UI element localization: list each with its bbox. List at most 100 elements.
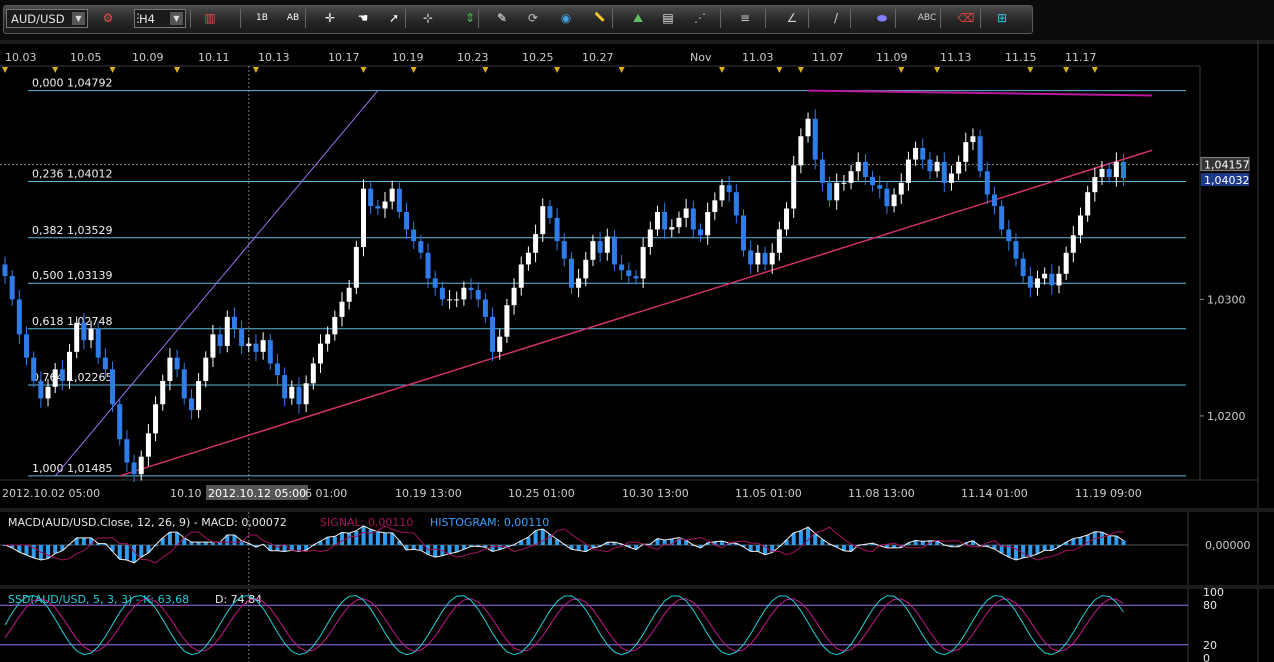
candle-body xyxy=(325,334,331,344)
candle-body xyxy=(375,206,381,209)
bottom-date-label: 11.05 01:00 xyxy=(735,487,802,500)
candle-body xyxy=(1099,168,1105,178)
event-marker-icon xyxy=(109,67,116,73)
candle-body xyxy=(145,433,151,457)
candle-body xyxy=(590,241,596,260)
candle-body xyxy=(482,299,488,317)
candle-body xyxy=(848,171,854,183)
candle-body xyxy=(726,185,732,193)
fib-level-label: 1,000 1,01485 xyxy=(32,462,112,475)
candle-body xyxy=(95,328,101,358)
macd-histogram-bar xyxy=(454,545,459,552)
top-date-label: 10.09 xyxy=(132,51,164,64)
fib-level-label: 0,382 1,03529 xyxy=(32,224,112,237)
candle-body xyxy=(454,299,460,301)
candle-body xyxy=(697,229,703,236)
candle-body xyxy=(2,264,8,277)
candle-body xyxy=(511,287,517,306)
candle-body xyxy=(411,229,417,242)
candle-body xyxy=(654,212,660,230)
candle-body xyxy=(231,316,237,329)
candle-body xyxy=(1121,161,1127,179)
macd-histogram-bar xyxy=(375,531,380,545)
candle-body xyxy=(1085,192,1091,216)
candle-body xyxy=(583,259,589,279)
candle-body xyxy=(239,328,245,346)
candle-body xyxy=(167,357,173,381)
candle-body xyxy=(791,165,797,209)
candle-body xyxy=(905,159,911,183)
event-marker-icon xyxy=(618,67,625,73)
bottom-date-label: 11.14 01:00 xyxy=(961,487,1028,500)
macd-histogram-bar xyxy=(117,545,122,559)
candle-body xyxy=(210,334,216,358)
event-marker-icon xyxy=(898,67,905,73)
top-date-label: 10.23 xyxy=(457,51,489,64)
stoch-d-line xyxy=(4,598,1124,652)
candle-body xyxy=(153,404,159,434)
event-marker-icon xyxy=(252,67,259,73)
event-marker-icon xyxy=(934,67,941,73)
candle-body xyxy=(447,299,453,301)
candle-body xyxy=(647,229,653,247)
candle-body xyxy=(439,287,445,300)
candle-body xyxy=(260,340,266,352)
candle-body xyxy=(870,177,876,186)
candle-body xyxy=(1034,278,1040,288)
top-date-label: 10.13 xyxy=(258,51,290,64)
candle-body xyxy=(1070,235,1076,253)
event-marker-icon xyxy=(1063,67,1070,73)
candle-body xyxy=(1106,168,1112,178)
candle-body xyxy=(733,192,739,216)
candle-body xyxy=(339,301,345,317)
panel-divider-1 xyxy=(0,508,1274,512)
macd-panel: 0,00000 MACD(AUD/USD.Close, 12, 26, 9) - … xyxy=(0,516,1251,564)
candle-body xyxy=(45,386,51,399)
axes: 10.03 10.05 10.09 10.11 10.13 10.17 10.19 10.23… xyxy=(2,51,1250,500)
event-marker-icon xyxy=(482,67,489,73)
price-chart[interactable]: 0,000 1,04792 0,236 1,04012 0,382 1,03529 0… xyxy=(0,0,1274,662)
bottom-date-label: 6 01:00 xyxy=(305,487,347,500)
macd-histogram-bar xyxy=(339,532,344,545)
candle-body xyxy=(841,182,847,184)
panel-divider-2 xyxy=(0,585,1274,589)
macd-histogram-bar xyxy=(433,545,438,557)
candle-body xyxy=(977,136,983,172)
candle-body xyxy=(224,316,230,346)
candle-body xyxy=(74,322,80,352)
candle-body xyxy=(597,241,603,253)
candle-body xyxy=(948,173,954,183)
macd-histogram-bar xyxy=(526,537,531,545)
candle-body xyxy=(9,276,15,300)
candle-body xyxy=(1092,177,1098,193)
macd-histogram-bar xyxy=(1107,535,1112,545)
fib-level-label: 0,500 1,03139 xyxy=(32,269,112,282)
stochastic-panel: SSD(AUD/USD, 5, 3, 3) - K: 63,68 D: 74,84… xyxy=(0,586,1224,662)
macd-histogram-bar xyxy=(1114,536,1119,545)
candle-body xyxy=(633,276,639,279)
top-date-label: 11.09 xyxy=(876,51,908,64)
macd-histogram-bar xyxy=(576,545,581,551)
candle-body xyxy=(827,182,833,201)
macd-histogram-bar xyxy=(347,533,352,545)
grid xyxy=(0,40,1274,662)
top-date-label: 11.03 xyxy=(742,51,774,64)
top-date-label: 10.25 xyxy=(522,51,554,64)
candle-body xyxy=(246,343,252,346)
fib-level-label: 0,236 1,04012 xyxy=(32,167,112,180)
candle-body xyxy=(461,287,467,300)
candle-body xyxy=(267,340,273,364)
candle-body xyxy=(81,322,87,341)
macd-histogram-bar xyxy=(1078,537,1083,545)
candle-body xyxy=(102,357,108,370)
candle-body xyxy=(676,217,682,228)
last-price-label: 1,04157 xyxy=(1204,159,1250,172)
candle-body xyxy=(425,252,431,279)
stoch-tick-label: 100 xyxy=(1203,586,1224,599)
event-marker-icon xyxy=(52,67,59,73)
candle-body xyxy=(110,369,116,405)
macd-histogram-bar xyxy=(132,545,137,563)
candle-body xyxy=(353,246,359,288)
candle-body xyxy=(432,278,438,288)
macd-tick-label: 0,00000 xyxy=(1205,539,1251,552)
